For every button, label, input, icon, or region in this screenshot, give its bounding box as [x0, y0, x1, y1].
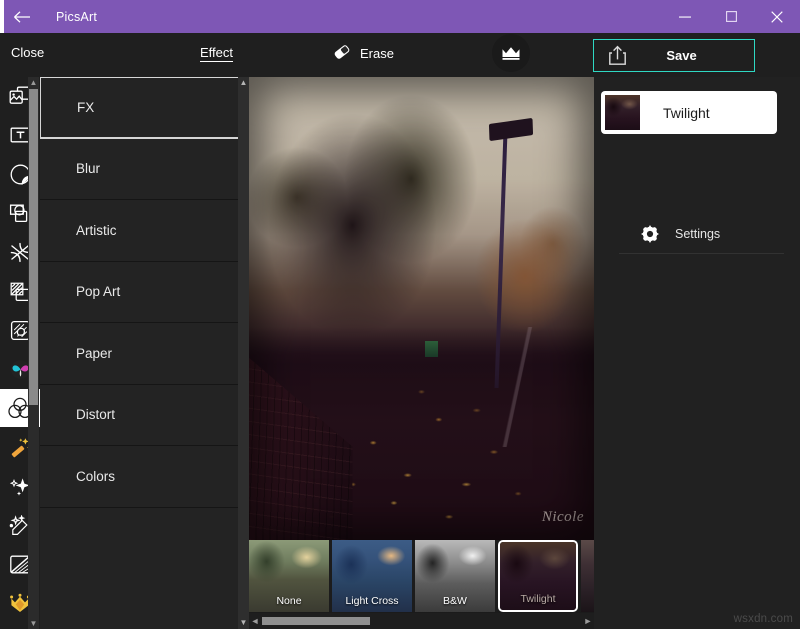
category-label: Distort — [76, 407, 116, 423]
category-scrollbar[interactable]: ▲ ▼ — [238, 77, 249, 629]
close-button[interactable]: Close — [11, 45, 44, 60]
eraser-icon — [333, 44, 351, 63]
category-label: Blur — [76, 161, 101, 177]
image-canvas[interactable]: Nicole — [249, 77, 594, 540]
thumbnail-label: B&W — [443, 595, 467, 607]
chevron-left-icon[interactable]: ◄ — [249, 613, 261, 629]
category-label: Artistic — [76, 222, 117, 238]
thumbnail-bw[interactable]: B&W — [415, 540, 495, 612]
window-titlebar: PicsArt — [0, 0, 800, 33]
active-preset-chip[interactable]: Twilight — [601, 91, 777, 134]
maximize-icon[interactable] — [708, 0, 754, 33]
category-label: Colors — [76, 468, 116, 484]
effect-options-panel: Twilight Settings — [594, 77, 800, 629]
chevron-down-icon[interactable]: ▼ — [238, 617, 249, 629]
settings-label: Settings — [675, 227, 721, 241]
window-title: PicsArt — [56, 9, 97, 24]
share-upload-icon — [608, 45, 627, 66]
category-item-paper[interactable]: Paper — [40, 323, 245, 385]
preset-name: Twilight — [663, 104, 710, 121]
picsart-window: PicsArt Close Effect Erase Save ▲ ▼ FX B… — [0, 0, 800, 629]
category-list-filler — [40, 507, 245, 608]
filmstrip-scrollbar-thumb[interactable] — [262, 617, 370, 625]
thumbnail-label: None — [276, 595, 302, 607]
site-watermark: wsxdn.com — [733, 613, 793, 625]
category-item-colors[interactable]: Colors — [40, 446, 245, 508]
photo-watermark: Nicole — [541, 509, 584, 525]
rail-scrollbar[interactable]: ▲ ▼ — [28, 77, 39, 629]
chevron-right-icon[interactable]: ► — [582, 613, 594, 629]
window-left-edge — [0, 0, 4, 33]
category-item-blur[interactable]: Blur — [40, 138, 245, 200]
category-item-fx[interactable]: FX — [40, 77, 245, 139]
effect-thumbnail-strip[interactable]: None Light Cross B&W Twilight — [249, 540, 594, 612]
thumbnail-none[interactable]: None — [249, 540, 329, 612]
close-icon[interactable] — [754, 0, 800, 33]
panel-divider — [619, 253, 784, 254]
rail-scrollbar-thumb[interactable] — [29, 89, 38, 405]
category-label: FX — [77, 99, 95, 115]
erase-label: Erase — [360, 46, 394, 61]
erase-button[interactable]: Erase — [333, 44, 394, 63]
category-item-distort[interactable]: Distort — [40, 384, 245, 446]
save-label: Save — [666, 48, 697, 63]
handrail-region — [449, 327, 594, 448]
chevron-down-icon[interactable]: ▼ — [28, 618, 39, 629]
thumbnail-next-partial[interactable] — [581, 540, 594, 612]
preset-thumbnail — [605, 95, 640, 130]
filmstrip-scrollbar[interactable]: ◄ ► — [249, 613, 594, 629]
chevron-up-icon[interactable]: ▲ — [238, 77, 249, 89]
thumbnail-twilight[interactable]: Twilight — [498, 540, 578, 612]
thumbnail-label: Light Cross — [345, 595, 399, 607]
tab-effect[interactable]: Effect — [200, 45, 234, 62]
thumbnail-light-cross[interactable]: Light Cross — [332, 540, 412, 612]
thumbnail-preview — [581, 540, 594, 612]
settings-button[interactable]: Settings — [594, 217, 800, 251]
green-bin-region — [424, 340, 438, 357]
category-label: Paper — [76, 345, 113, 361]
save-button[interactable]: Save — [593, 39, 755, 72]
back-arrow-icon[interactable] — [0, 0, 44, 33]
thumbnail-label: Twilight — [520, 593, 556, 605]
crown-icon[interactable] — [492, 34, 530, 72]
gear-icon — [641, 225, 659, 243]
category-item-pop-art[interactable]: Pop Art — [40, 261, 245, 323]
category-label: Pop Art — [76, 284, 121, 300]
minimize-icon[interactable] — [662, 0, 708, 33]
category-item-artistic[interactable]: Artistic — [40, 200, 245, 262]
chevron-up-icon[interactable]: ▲ — [28, 77, 39, 88]
effect-category-list: FX Blur Artistic Pop Art Paper Distort C… — [40, 77, 245, 629]
